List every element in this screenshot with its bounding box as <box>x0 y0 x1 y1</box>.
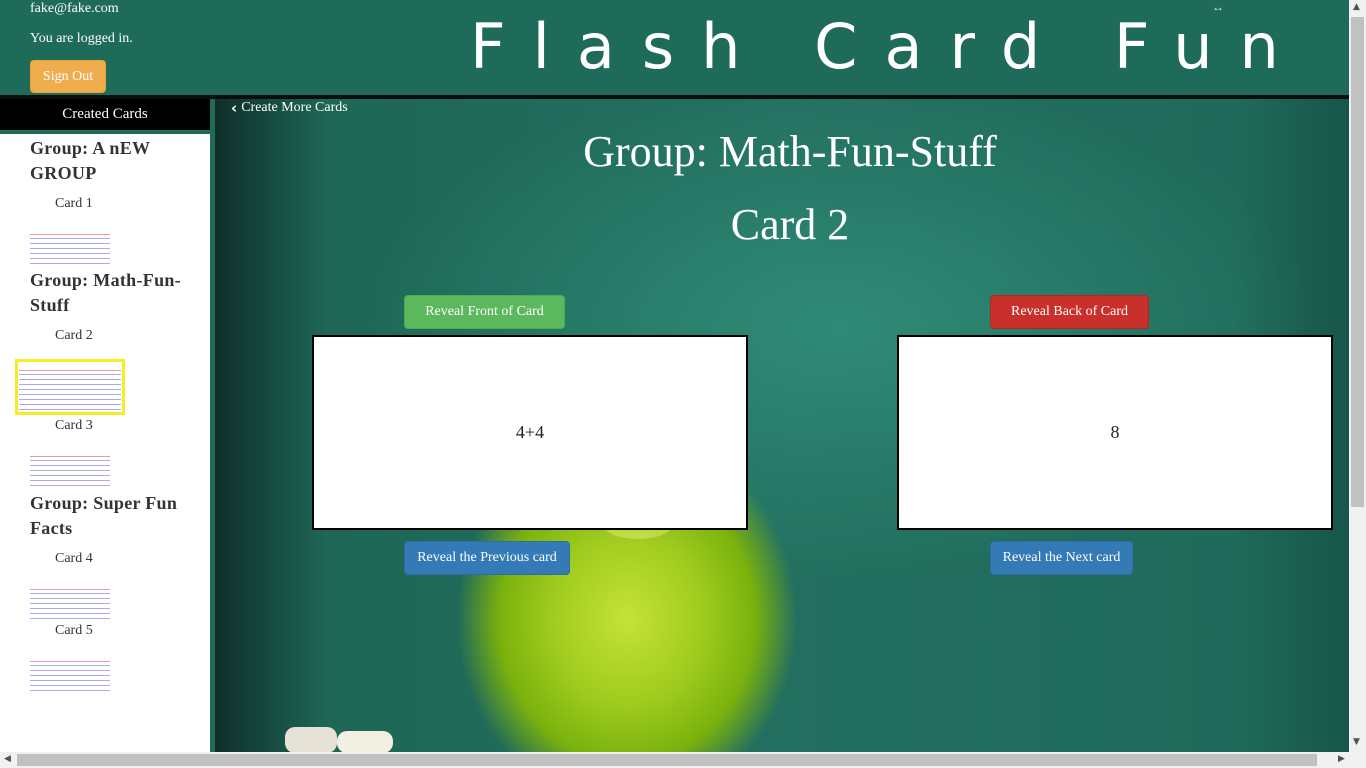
card-thumbnail-2[interactable] <box>19 370 121 410</box>
card-back-text: 8 <box>1110 422 1120 442</box>
card-label-3[interactable]: Card 3 <box>55 418 93 434</box>
scroll-up-arrow-icon[interactable]: ▲ <box>1353 2 1360 12</box>
login-status: You are logged in. <box>30 31 133 46</box>
resize-arrows-icon: ↔ <box>1212 0 1224 14</box>
scroll-down-arrow-icon[interactable]: ▼ <box>1353 737 1360 747</box>
chevron-left-icon: ‹ <box>231 99 238 117</box>
vertical-scroll-thumb[interactable] <box>1351 17 1364 507</box>
sidebar-heading: Created Cards <box>0 99 210 130</box>
group-title-a-new-group: Group: A nEW GROUP <box>30 138 150 183</box>
reveal-back-button[interactable]: Reveal Back of Card <box>990 295 1149 329</box>
user-email: fake@fake.com <box>30 1 119 16</box>
chalk-piece <box>285 727 337 752</box>
card-label-2[interactable]: Card 2 <box>55 328 93 344</box>
card-front-text: 4+4 <box>515 422 545 442</box>
card-label-5[interactable]: Card 5 <box>55 623 93 639</box>
card-label-1[interactable]: Card 1 <box>55 196 93 212</box>
card-thumbnail-5[interactable] <box>30 661 110 691</box>
card-thumbnail-1[interactable] <box>30 234 110 264</box>
vertical-scrollbar[interactable]: ▲ ▼ <box>1349 0 1366 752</box>
previous-card-button[interactable]: Reveal the Previous card <box>404 541 570 575</box>
create-more-cards-label: Create More Cards <box>241 100 348 115</box>
app-header: fake@fake.com You are logged in. Sign Ou… <box>0 0 1349 95</box>
card-heading: Card 2 <box>730 200 850 249</box>
reveal-front-button[interactable]: Reveal Front of Card <box>404 295 565 329</box>
card-thumbnail-3[interactable] <box>30 456 110 486</box>
group-heading: Group: Math-Fun-Stuff <box>583 127 997 176</box>
scroll-right-arrow-icon[interactable]: ▶ <box>1338 754 1345 764</box>
card-back-panel: 8 <box>897 335 1333 530</box>
horizontal-scroll-thumb[interactable] <box>17 754 1317 766</box>
group-title-super-fun-facts: Group: Super Fun Facts <box>30 493 178 538</box>
sidebar-heading-divider <box>0 130 210 134</box>
card-front-panel: 4+4 <box>312 335 748 530</box>
horizontal-scrollbar[interactable]: ◀ ▶ <box>0 752 1366 768</box>
scroll-left-arrow-icon[interactable]: ◀ <box>4 754 11 764</box>
app-title: Flash Card Fun <box>470 10 1306 83</box>
created-cards-sidebar: Created Cards Group: A nEW GROUP Card 1 … <box>0 99 210 752</box>
chalk-piece <box>337 731 393 752</box>
next-card-button[interactable]: Reveal the Next card <box>990 541 1133 575</box>
card-label-4[interactable]: Card 4 <box>55 551 93 567</box>
selected-card-frame <box>15 359 125 415</box>
sign-out-button[interactable]: Sign Out <box>30 60 106 93</box>
create-more-cards-link[interactable]: ‹ Create More Cards <box>231 100 348 116</box>
group-title-math-fun-stuff: Group: Math-Fun-Stuff <box>30 270 181 315</box>
card-viewer: ‹ Create More Cards Group: Math-Fun-Stuf… <box>215 99 1349 752</box>
card-thumbnail-4[interactable] <box>30 589 110 619</box>
